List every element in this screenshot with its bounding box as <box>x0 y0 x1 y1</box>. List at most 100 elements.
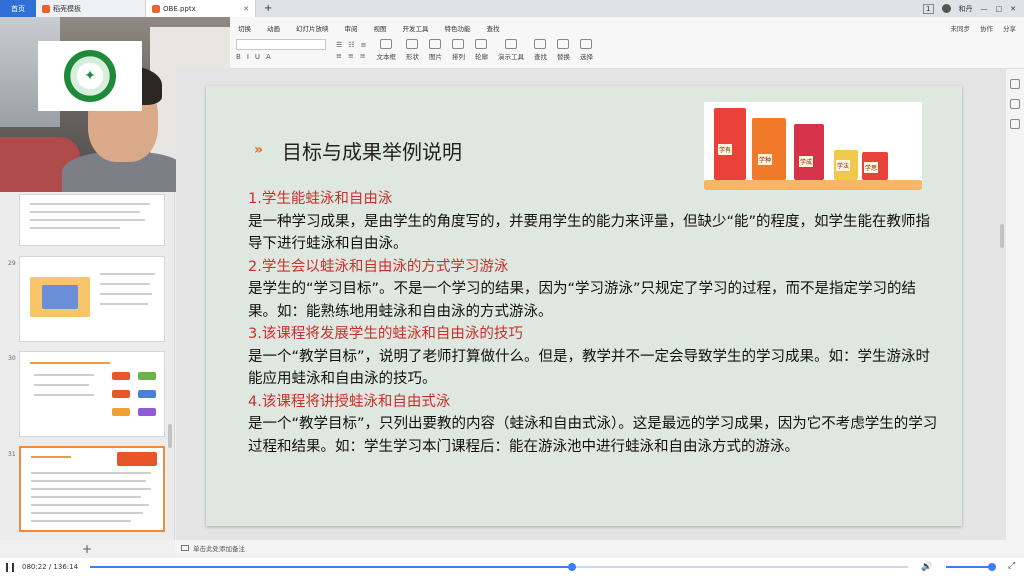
tab-docer[interactable]: 稻壳模板 <box>36 0 146 17</box>
thumb-line <box>30 219 145 221</box>
fullscreen-icon[interactable]: ⤢ <box>1008 561 1015 571</box>
share-button[interactable]: 分享 <box>1003 23 1016 33</box>
menu-search[interactable]: 查找 <box>487 23 500 33</box>
slide-thumbnail-30[interactable] <box>19 351 165 437</box>
volume-icon[interactable]: 🔊 <box>921 562 932 572</box>
window-close-icon[interactable]: ✕ <box>1010 5 1016 13</box>
find-label: 查找 <box>533 53 547 61</box>
properties-icon[interactable] <box>1010 79 1020 89</box>
slide-thumbnail-31-selected[interactable] <box>19 446 165 532</box>
thumb-line <box>31 512 143 514</box>
align-right-button[interactable]: ≡ <box>360 52 366 60</box>
slide-number: 29 <box>8 260 16 267</box>
point-4-body: 是一个“教学目标”，只列出要教的内容（蛙泳和自由式泳）。这是最远的学习成果，因为… <box>248 416 938 455</box>
thumb-line <box>34 374 94 376</box>
user-avatar[interactable] <box>941 4 951 13</box>
slide-thumbnails-panel: 29 30 31 <box>0 192 175 540</box>
collaborate-button[interactable]: 协作 <box>980 23 993 33</box>
find-icon <box>534 39 547 49</box>
notes-icon <box>181 544 189 551</box>
bullets-button[interactable]: ☰ <box>336 41 342 49</box>
ppt-file-icon <box>152 4 160 13</box>
notes-bar[interactable]: 单击此处添加备注 <box>175 540 1024 555</box>
user-name[interactable]: 和丹 <box>959 4 973 14</box>
school-logo-icon: ✦ <box>64 50 116 102</box>
menu-slideshow[interactable]: 幻灯片放映 <box>296 23 329 33</box>
menu-features[interactable]: 特色功能 <box>445 23 471 33</box>
books-illustration: 学有 学种 学成 学法 学思 <box>704 102 922 190</box>
thumb-line <box>31 504 149 506</box>
bold-button[interactable]: B <box>236 53 241 61</box>
image-tool[interactable]: 图片 <box>429 39 442 61</box>
seek-bar-progress <box>90 566 572 568</box>
pause-icon[interactable] <box>6 562 14 572</box>
menu-view[interactable]: 视图 <box>374 23 387 33</box>
thumb-box <box>112 408 130 416</box>
slide-scrollbar[interactable] <box>1000 224 1004 248</box>
align-left-button[interactable]: ≡ <box>336 52 342 60</box>
book-label: 学有 <box>718 144 733 155</box>
volume-handle[interactable] <box>987 563 996 571</box>
seek-bar[interactable] <box>90 563 908 571</box>
tab-label: OBE.pptx <box>163 4 196 13</box>
book-label: 学思 <box>864 162 879 173</box>
align-button[interactable]: ≡ <box>361 41 367 49</box>
seek-bar-handle[interactable] <box>567 563 576 571</box>
font-family-select[interactable] <box>236 39 326 50</box>
underline-button[interactable]: U <box>255 53 260 61</box>
new-tab-button[interactable]: + <box>256 3 280 14</box>
book-stack <box>752 118 786 180</box>
point-1-heading: 1.学生能蛙泳和自由泳 <box>248 191 393 207</box>
slide-number: 30 <box>8 355 16 362</box>
replace-tool[interactable]: 替换 <box>557 39 570 61</box>
replace-icon <box>557 39 570 49</box>
sync-status[interactable]: 未同步 <box>951 23 971 33</box>
slide-title[interactable]: 目标与成果举例说明 <box>282 136 462 165</box>
thumb-books <box>117 452 157 466</box>
maximize-icon[interactable]: □ <box>996 5 1003 13</box>
shape-icon <box>406 39 419 49</box>
presentation-icon <box>504 39 517 49</box>
textbox-tool[interactable]: 文本框 <box>376 39 396 61</box>
point-2-body: 是学生的“学习目标”。不是一个学习的结果，因为“学习游泳”只规定了学习的过程，而… <box>248 281 917 320</box>
format-buttons: B I U A <box>236 53 326 61</box>
presentation-tools[interactable]: 演示工具 <box>498 39 524 61</box>
slide-thumbnail-28[interactable] <box>19 194 165 246</box>
arrange-tool[interactable]: 排列 <box>452 39 465 61</box>
font-color-button[interactable]: A <box>266 53 271 61</box>
current-slide[interactable]: » 目标与成果举例说明 学有 学种 学成 学法 学思 1.学生能蛙泳和自由泳 是… <box>206 86 962 526</box>
book-label: 学成 <box>799 156 814 167</box>
menu-transition[interactable]: 切换 <box>238 23 251 33</box>
volume-slider[interactable] <box>946 563 996 571</box>
align-center-button[interactable]: ≡ <box>348 52 354 60</box>
minimize-icon[interactable]: — <box>981 5 988 13</box>
thumbnails-scrollbar[interactable] <box>168 424 172 448</box>
arrange-icon <box>452 39 465 49</box>
shape-tool[interactable]: 形状 <box>406 39 419 61</box>
thumb-line <box>100 293 152 295</box>
close-icon[interactable]: ✕ <box>243 5 249 13</box>
italic-button[interactable]: I <box>247 53 249 61</box>
menu-animation[interactable]: 动画 <box>267 23 280 33</box>
add-slide-button[interactable]: + <box>82 542 92 556</box>
tab-bar: 首页 稻壳模板 OBE.pptx ✕ + 1 和丹 — □ ✕ <box>0 0 1024 17</box>
point-4-heading: 4.该课程将讲授蛙泳和自由式泳 <box>248 393 451 410</box>
text-tool-icon[interactable] <box>1010 119 1020 129</box>
home-tab[interactable]: 首页 <box>0 0 36 17</box>
thumb-diagram-inner <box>42 285 78 309</box>
thumb-box <box>138 390 156 398</box>
select-icon <box>580 39 593 49</box>
star-icon[interactable] <box>1010 99 1020 109</box>
presentation-label: 演示工具 <box>497 53 524 61</box>
image-icon <box>429 39 442 49</box>
window-count-badge: 1 <box>923 3 934 14</box>
outline-tool[interactable]: 轮廓 <box>475 39 488 61</box>
slide-thumbnail-29[interactable] <box>19 256 165 342</box>
menu-review[interactable]: 审阅 <box>345 23 358 33</box>
tab-obe-pptx[interactable]: OBE.pptx ✕ <box>146 0 256 17</box>
menu-developer[interactable]: 开发工具 <box>403 23 429 33</box>
select-tool[interactable]: 选择 <box>580 39 593 61</box>
find-tool[interactable]: 查找 <box>534 39 547 61</box>
slide-body[interactable]: 1.学生能蛙泳和自由泳 是一种学习成果，是由学生的角度写的，并要用学生的能力来评… <box>248 188 938 458</box>
numbering-button[interactable]: ☷ <box>348 41 354 49</box>
